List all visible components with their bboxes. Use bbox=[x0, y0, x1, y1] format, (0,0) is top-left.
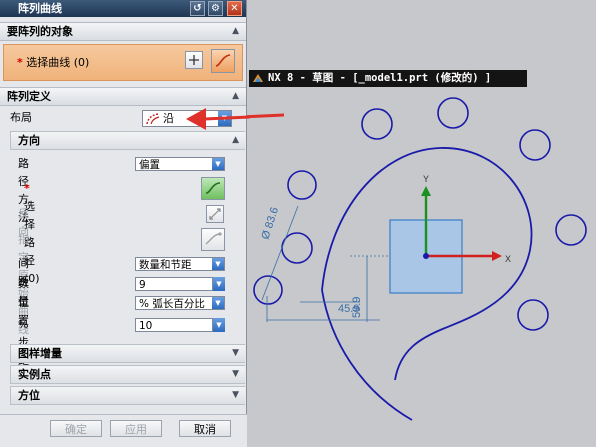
origin-curve-icon bbox=[205, 232, 222, 245]
gear-icon[interactable]: ⚙ bbox=[208, 1, 223, 16]
nx-window-title-text: NX 8 - 草图 - [_model1.prt (修改的) ] bbox=[268, 72, 492, 84]
dialog-title: 阵列曲线 bbox=[18, 2, 62, 15]
pattern-circle[interactable] bbox=[361, 108, 393, 140]
dropdown-arrow-icon[interactable]: ▼ bbox=[212, 158, 224, 170]
direction-label: 方向 bbox=[18, 134, 40, 147]
curve-select-button[interactable] bbox=[211, 49, 235, 73]
layout-value: 沿 bbox=[163, 112, 174, 125]
position-select[interactable]: % 弧长百分比 ▼ bbox=[135, 296, 225, 310]
select-curve-count: (0) bbox=[73, 56, 90, 69]
cancel-button[interactable]: 取消 bbox=[179, 420, 231, 437]
collapse-arrow-icon[interactable]: ▲ bbox=[232, 132, 239, 149]
subsection-pattern-increment[interactable]: 图样增量 ▼ bbox=[10, 344, 245, 363]
reverse-direction-button[interactable] bbox=[206, 205, 224, 223]
x-axis-label: X bbox=[505, 254, 511, 264]
expand-arrow-icon[interactable]: ▼ bbox=[232, 366, 239, 383]
section-objects-label: 要阵列的对象 bbox=[7, 25, 73, 38]
subsection-direction[interactable]: 方向 ▲ bbox=[10, 131, 245, 150]
collapse-arrow-icon[interactable]: ▲ bbox=[232, 88, 239, 105]
x-axis-arrow bbox=[492, 251, 502, 261]
pattern-increment-label: 图样增量 bbox=[18, 347, 62, 360]
pattern-circle[interactable] bbox=[287, 170, 317, 200]
select-curve-label-wrap: * 选择曲线 (0) bbox=[17, 54, 89, 70]
dropdown-arrow-icon[interactable]: ▼ bbox=[218, 111, 231, 126]
annotation-arrow-line bbox=[247, 113, 285, 119]
instance-point-label: 实例点 bbox=[18, 368, 51, 381]
sketch-drawing[interactable]: X Y Ø 83.6 45.9 59.9 bbox=[247, 0, 596, 446]
count-spinner-arrow-icon[interactable]: ▼ bbox=[213, 277, 225, 291]
path-method-value: 偏置 bbox=[139, 159, 160, 171]
pattern-circle[interactable] bbox=[555, 214, 587, 246]
layout-label: 布局 bbox=[10, 111, 32, 124]
orientation-label: 方位 bbox=[18, 389, 40, 402]
count-input[interactable]: 9 bbox=[135, 277, 213, 291]
position-value: % 弧长百分比 bbox=[139, 298, 205, 310]
required-asterisk: * bbox=[24, 182, 30, 195]
diameter-dim-text: Ø 83.6 bbox=[259, 206, 281, 241]
expand-arrow-icon[interactable]: ▼ bbox=[232, 345, 239, 362]
plus-icon bbox=[189, 55, 199, 65]
pattern-circle[interactable] bbox=[253, 275, 283, 305]
select-curve-label: 选择曲线 bbox=[26, 56, 71, 69]
pattern-circle[interactable] bbox=[437, 97, 469, 129]
reverse-direction-icon bbox=[209, 208, 221, 220]
required-asterisk: * bbox=[17, 56, 23, 69]
section-definition[interactable]: 阵列定义 ▲ bbox=[0, 87, 246, 106]
nx-window-title: NX 8 - 草图 - [_model1.prt (修改的) ] bbox=[249, 70, 527, 87]
pattern-curve-dialog: 阵列曲线 ↺ ⚙ ✕ 要阵列的对象 ▲ * 选择曲线 (0) 阵列定义 ▲ 布局… bbox=[0, 0, 247, 447]
ok-button[interactable]: 确定 bbox=[50, 420, 102, 437]
path-method-select[interactable]: 偏置 ▼ bbox=[135, 157, 225, 171]
pattern-circle[interactable] bbox=[281, 232, 313, 264]
add-new-set-button[interactable] bbox=[185, 51, 203, 69]
count-value: 9 bbox=[139, 279, 146, 291]
section-definition-label: 阵列定义 bbox=[7, 90, 51, 103]
dim-b-text: 59.9 bbox=[351, 297, 363, 318]
layout-along-icon bbox=[146, 113, 160, 125]
apply-button[interactable]: 应用 bbox=[110, 420, 162, 437]
curve-icon bbox=[215, 54, 231, 67]
subsection-instance-point[interactable]: 实例点 ▼ bbox=[10, 365, 245, 384]
dropdown-arrow-icon[interactable]: ▼ bbox=[212, 258, 224, 270]
origin-point[interactable] bbox=[423, 253, 429, 259]
collapse-arrow-icon[interactable]: ▲ bbox=[232, 23, 239, 40]
select-curve-row[interactable]: * 选择曲线 (0) bbox=[3, 44, 243, 81]
pattern-circle[interactable] bbox=[517, 299, 549, 331]
step-input[interactable]: 10 bbox=[135, 318, 213, 332]
step-value: 10 bbox=[139, 320, 153, 332]
pattern-circle[interactable] bbox=[519, 129, 551, 161]
sketch-canvas[interactable]: X Y Ø 83.6 45.9 59.9 bbox=[247, 0, 596, 446]
specify-origin-curve-button[interactable] bbox=[201, 228, 225, 251]
reset-icon[interactable]: ↺ bbox=[190, 1, 205, 16]
dialog-button-bar: 确定 应用 取消 bbox=[0, 414, 247, 447]
dropdown-arrow-icon[interactable]: ▼ bbox=[212, 297, 224, 309]
expand-arrow-icon[interactable]: ▼ bbox=[232, 387, 239, 404]
select-path-button[interactable] bbox=[201, 177, 225, 200]
section-objects[interactable]: 要阵列的对象 ▲ bbox=[0, 22, 246, 41]
path-curve-icon bbox=[205, 182, 221, 194]
y-axis-label: Y bbox=[423, 174, 429, 184]
y-axis-arrow bbox=[421, 186, 431, 196]
nx-logo-icon bbox=[253, 74, 263, 82]
spacing-value: 数量和节距 bbox=[139, 259, 192, 271]
close-icon[interactable]: ✕ bbox=[227, 1, 242, 16]
spacing-select[interactable]: 数量和节距 ▼ bbox=[135, 257, 225, 271]
step-spinner-arrow-icon[interactable]: ▼ bbox=[213, 318, 225, 332]
layout-select[interactable]: 沿 ▼ bbox=[142, 110, 232, 127]
dialog-titlebar: 阵列曲线 ↺ ⚙ ✕ bbox=[0, 0, 246, 17]
subsection-orientation[interactable]: 方位 ▼ bbox=[10, 386, 245, 405]
layout-row: 布局 沿 ▼ bbox=[0, 109, 247, 127]
